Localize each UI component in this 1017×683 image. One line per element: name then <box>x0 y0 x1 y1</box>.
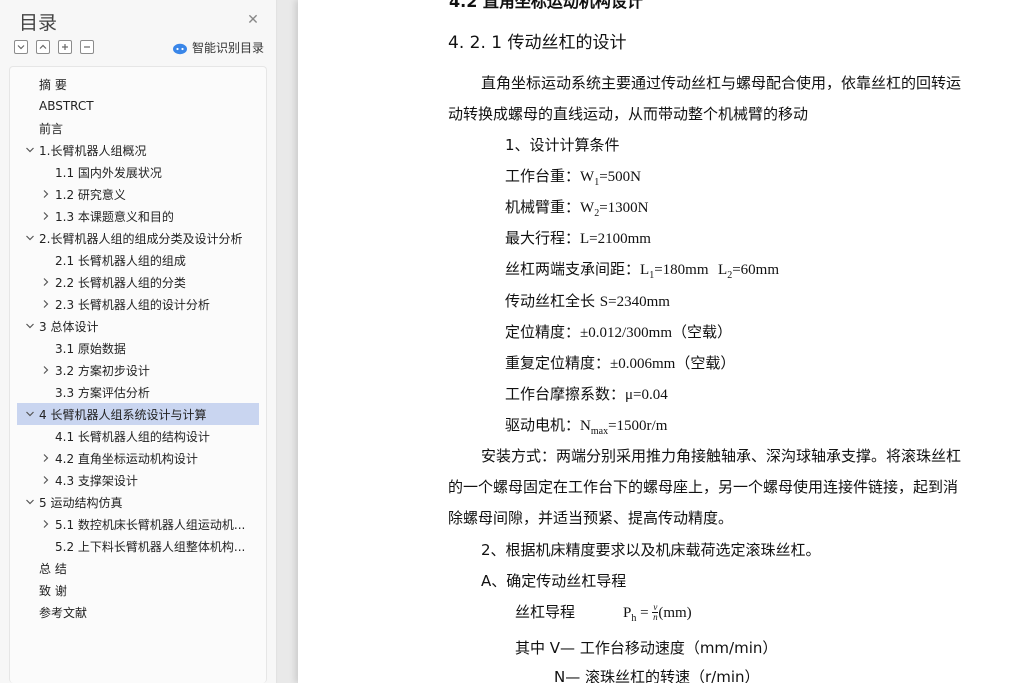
toc-item[interactable]: 3.1 原始数据 <box>17 337 259 359</box>
toc-item[interactable]: 2.长臂机器人组的组成分类及设计分析 <box>17 227 259 249</box>
toc-item-label: 总 结 <box>39 561 67 576</box>
toc-item-label: 5.1 数控机床长臂机器人组运动机... <box>55 517 246 532</box>
toc-item[interactable]: 5.1 数控机床长臂机器人组运动机... <box>17 513 259 535</box>
toc-item[interactable]: 3.3 方案评估分析 <box>17 381 259 403</box>
toc-toolbar <box>14 40 94 56</box>
toc-item-label: 1.1 国内外发展状况 <box>55 165 162 180</box>
toc-item-label: 2.长臂机器人组的组成分类及设计分析 <box>39 231 243 246</box>
section-heading-4-2-1: 4. 2. 1 传动丝杠的设计 <box>448 33 627 53</box>
toc-item-label: 2.2 长臂机器人组的分类 <box>55 275 186 290</box>
step-2: 2、根据机床精度要求以及机床载荷选定滚珠丝杠。 <box>481 541 821 559</box>
paragraph-1-line-2: 动转换成螺母的直线运动，从而带动整个机械臂的移动 <box>448 105 809 123</box>
cond-friction: 工作台摩擦系数：μ=0.04 <box>505 385 668 403</box>
toc-item-label: 5 运动结构仿真 <box>39 495 123 510</box>
toc-item[interactable]: 1.长臂机器人组概况 <box>17 139 259 161</box>
toc-list: 摘 要 ABSTRCT 前言 1.长臂机器人组概况 1.1 国内外发展状况 1.2 研究意… <box>9 66 267 683</box>
minus-icon[interactable] <box>80 40 94 54</box>
toc-item-label: 1.3 本课题意义和目的 <box>55 209 174 224</box>
toc-item[interactable]: 4.3 支撑架设计 <box>17 469 259 491</box>
toc-item-label: 4.2 直角坐标运动机构设计 <box>55 451 198 466</box>
chevron-down-icon[interactable] <box>25 497 35 507</box>
lead-formula: 丝杠导程 Ph = v n (mm) <box>515 602 692 625</box>
conditions-title: 1、设计计算条件 <box>505 136 620 154</box>
toc-item-label: 4 长臂机器人组系统设计与计算 <box>39 407 207 422</box>
chevron-down-icon[interactable] <box>14 40 28 54</box>
toc-item-label: 2.1 长臂机器人组的组成 <box>55 253 186 268</box>
toc-item-label: 2.3 长臂机器人组的设计分析 <box>55 297 210 312</box>
close-icon[interactable]: ✕ <box>244 11 262 29</box>
toc-item-label: 5.2 上下料长臂机器人组整体机构... <box>55 539 246 554</box>
chevron-right-icon[interactable] <box>41 453 51 463</box>
chevron-down-icon[interactable] <box>25 233 35 243</box>
toc-item[interactable]: 总 结 <box>17 557 259 579</box>
cond-motor: 驱动电机：Nmax=1500r/m <box>505 416 668 437</box>
paragraph-2-line-1: 安装方式：两端分别采用推力角接触轴承、深沟球轴承支撑。将滚珠丝杠 <box>481 447 962 465</box>
toc-item-label: 1.长臂机器人组概况 <box>39 143 147 158</box>
ai-cloud-icon <box>173 43 187 54</box>
toc-item[interactable]: 1.1 国内外发展状况 <box>17 161 259 183</box>
cond-max-stroke: 最大行程：L=2100mm <box>505 229 651 247</box>
paragraph-2-line-2: 的一个螺母固定在工作台下的螺母座上，另一个螺母使用连接件链接，起到消 <box>448 478 959 496</box>
plus-icon[interactable] <box>58 40 72 54</box>
toc-item[interactable]: 4.1 长臂机器人组的结构设计 <box>17 425 259 447</box>
chevron-right-icon[interactable] <box>41 519 51 529</box>
chevron-down-icon[interactable] <box>25 321 35 331</box>
where-v: 其中 V— 工作台移动速度（mm/min） <box>515 639 778 657</box>
toc-item-label: 4.1 长臂机器人组的结构设计 <box>55 429 210 444</box>
toc-item-label: 参考文献 <box>39 605 88 620</box>
document-page: 4.2 直角坐标运动机构设计 4. 2. 1 传动丝杠的设计 直角坐标运动系统主… <box>298 0 1017 683</box>
paragraph-1-line-1: 直角坐标运动系统主要通过传动丝杠与螺母配合使用，依靠丝杠的回转运 <box>481 74 962 92</box>
cond-repeat-positioning: 重复定位精度：±0.006mm（空载） <box>505 354 736 372</box>
chevron-right-icon[interactable] <box>41 365 51 375</box>
toc-item-label: 4.3 支撑架设计 <box>55 473 138 488</box>
toc-item[interactable]: 2.2 长臂机器人组的分类 <box>17 271 259 293</box>
toc-item[interactable]: 2.1 长臂机器人组的组成 <box>17 249 259 271</box>
smart-toc-label: 智能识别目录 <box>192 41 265 55</box>
toc-item[interactable]: 致 谢 <box>17 579 259 601</box>
cond-positioning: 定位精度：±0.012/300mm（空载） <box>505 323 733 341</box>
chevron-right-icon[interactable] <box>41 277 51 287</box>
step-a: A、确定传动丝杠导程 <box>481 572 627 590</box>
cond-arm-weight: 机械臂重：W2=1300N <box>505 198 649 219</box>
toc-title: 目录 <box>19 12 58 34</box>
toc-item-label: 3.1 原始数据 <box>55 341 126 356</box>
toc-item[interactable]: 3.2 方案初步设计 <box>17 359 259 381</box>
chevron-right-icon[interactable] <box>41 211 51 221</box>
cond-table-weight: 工作台重：W1=500N <box>505 167 641 188</box>
toc-item[interactable]: 5 运动结构仿真 <box>17 491 259 513</box>
toc-item-label: 摘 要 <box>39 77 67 92</box>
chevron-down-icon[interactable] <box>25 145 35 155</box>
toc-item[interactable]: 4.2 直角坐标运动机构设计 <box>17 447 259 469</box>
toc-item[interactable]: 摘 要 <box>17 73 259 95</box>
toc-item-label: 前言 <box>39 121 64 136</box>
toc-sidebar: 目录 ✕ 智能识别目录 摘 要 ABSTRCT 前言 1.长臂机器人组概况 1.1 国内… <box>0 0 277 683</box>
toc-item[interactable]: 4 长臂机器人组系统设计与计算 <box>17 403 259 425</box>
paragraph-2-line-3: 除螺母间隙，并适当预紧、提高传动精度。 <box>448 509 734 527</box>
chevron-up-icon[interactable] <box>36 40 50 54</box>
toc-item[interactable]: 3 总体设计 <box>17 315 259 337</box>
toc-item[interactable]: 5.2 上下料长臂机器人组整体机构... <box>17 535 259 557</box>
chevron-right-icon[interactable] <box>41 189 51 199</box>
toc-item-label: 3 总体设计 <box>39 319 99 334</box>
toc-item[interactable]: 2.3 长臂机器人组的设计分析 <box>17 293 259 315</box>
where-n: N— 滚珠丝杠的转速（r/min） <box>554 668 760 683</box>
section-heading-4-2: 4.2 直角坐标运动机构设计 <box>449 0 643 11</box>
chevron-right-icon[interactable] <box>41 475 51 485</box>
chevron-down-icon[interactable] <box>25 409 35 419</box>
toc-item-label: 1.2 研究意义 <box>55 187 126 202</box>
toc-item[interactable]: 1.3 本课题意义和目的 <box>17 205 259 227</box>
cond-support-span: 丝杠两端支承间距：L1=180mm L2=60mm <box>505 260 779 281</box>
toc-item[interactable]: ABSTRCT <box>17 95 259 117</box>
toc-item[interactable]: 前言 <box>17 117 259 139</box>
toc-item[interactable]: 1.2 研究意义 <box>17 183 259 205</box>
toc-item-label: 3.3 方案评估分析 <box>55 385 150 400</box>
cond-screw-length: 传动丝杠全长 S=2340mm <box>505 292 670 310</box>
toc-item[interactable]: 参考文献 <box>17 601 259 623</box>
toc-item-label: 3.2 方案初步设计 <box>55 363 150 378</box>
toc-item-label: 致 谢 <box>39 583 67 598</box>
smart-toc-button[interactable]: 智能识别目录 <box>172 39 264 56</box>
toc-item-label: ABSTRCT <box>39 99 94 113</box>
document-area: 4.2 直角坐标运动机构设计 4. 2. 1 传动丝杠的设计 直角坐标运动系统主… <box>278 0 1017 683</box>
chevron-right-icon[interactable] <box>41 299 51 309</box>
